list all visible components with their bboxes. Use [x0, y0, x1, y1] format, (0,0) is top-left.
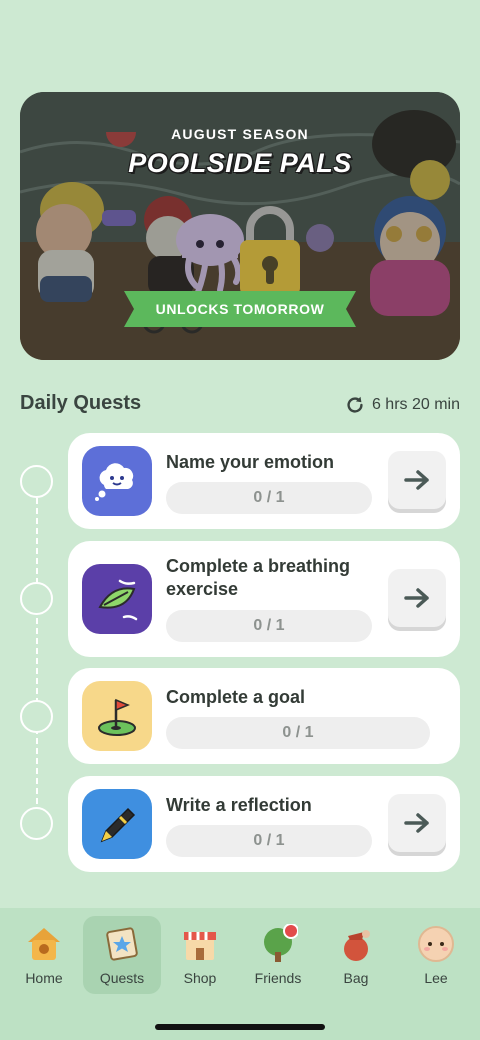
- quest-timer: 6 hrs 20 min: [344, 394, 460, 416]
- nav-quests[interactable]: Quests: [83, 916, 161, 994]
- quests-screen: AUGUST SEASON POOLSIDE PALS UNLOCKS TOMO…: [0, 0, 480, 1040]
- timer-text: 6 hrs 20 min: [371, 396, 460, 413]
- home-icon: [28, 928, 60, 960]
- quest-card-reflection[interactable]: Write a reflection 0 / 1: [68, 776, 460, 872]
- arrow-right-icon: [404, 588, 429, 608]
- nav-shop[interactable]: Shop: [161, 916, 239, 994]
- nav-friends[interactable]: Friends: [239, 916, 317, 994]
- timeline-node: [20, 465, 53, 498]
- nav-label: Quests: [99, 970, 145, 986]
- quest-card-name-emotion[interactable]: Name your emotion 0 / 1: [68, 433, 460, 529]
- nav-label: Shop: [183, 970, 217, 986]
- quest-card-goal[interactable]: Complete a goal 0 / 1: [68, 668, 460, 764]
- golf-flag-icon: [82, 681, 152, 751]
- quest-title: Write a reflection: [166, 795, 312, 815]
- bag-icon: [344, 930, 370, 961]
- nav-home[interactable]: Home: [5, 916, 83, 994]
- nav-label: Bag: [343, 970, 369, 986]
- arrow-right-icon: [404, 470, 429, 490]
- unlock-status: UNLOCKS TOMORROW: [155, 301, 325, 317]
- refresh-icon: [347, 396, 363, 413]
- quests-icon: [106, 927, 138, 961]
- quest-go-button[interactable]: [388, 569, 446, 627]
- home-indicator[interactable]: [155, 1024, 325, 1030]
- quest-title: Complete a goal: [166, 687, 306, 707]
- daily-quests-heading: Daily Quests: [20, 392, 142, 414]
- season-banner[interactable]: AUGUST SEASON POOLSIDE PALS UNLOCKS TOMO…: [20, 92, 460, 360]
- shop-icon: [184, 932, 216, 960]
- pen-icon: [82, 789, 152, 859]
- timeline-node: [20, 807, 53, 840]
- quest-title: Name your emotion: [166, 452, 335, 472]
- quest-progress: 0 / 1: [166, 717, 430, 749]
- quest-timeline: [36, 498, 38, 824]
- season-label: AUGUST SEASON: [171, 126, 309, 142]
- nav-label: Home: [25, 970, 63, 986]
- bottom-nav: Home Quests Shop Friends Bag Lee: [0, 908, 480, 1040]
- quest-card-breathing[interactable]: Complete a breathing exercise 0 / 1: [68, 541, 460, 657]
- leaf-wind-icon: [82, 564, 152, 634]
- quest-progress: 0 / 1: [166, 482, 372, 514]
- season-title: POOLSIDE PALS: [128, 148, 352, 178]
- timeline-node: [20, 582, 53, 615]
- arrow-right-icon: [404, 813, 429, 833]
- quest-progress: 0 / 1: [166, 825, 372, 857]
- thought-cloud-icon: [82, 446, 152, 516]
- friends-icon: [264, 924, 298, 962]
- quest-title: Complete a breathing exercise: [166, 556, 351, 599]
- avatar-icon: [418, 926, 454, 962]
- nav-label: Friends: [254, 970, 302, 986]
- quest-progress: 0 / 1: [166, 610, 372, 642]
- nav-bag[interactable]: Bag: [317, 916, 395, 994]
- quest-go-button[interactable]: [388, 794, 446, 852]
- nav-label: Lee: [424, 970, 448, 986]
- timeline-node: [20, 700, 53, 733]
- nav-profile[interactable]: Lee: [397, 916, 475, 994]
- quest-go-button[interactable]: [388, 451, 446, 509]
